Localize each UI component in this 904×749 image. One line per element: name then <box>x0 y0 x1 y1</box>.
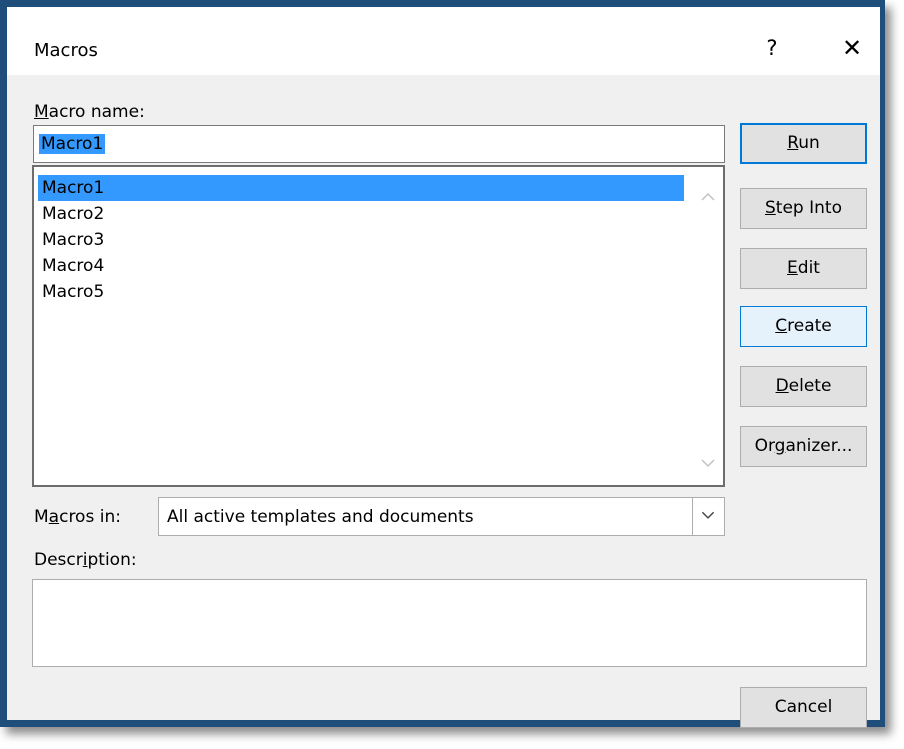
macros-in-label: Macros in: <box>34 507 121 527</box>
description-box <box>32 579 867 667</box>
list-item[interactable]: Macro1 <box>38 175 684 201</box>
create-button[interactable]: Create <box>740 306 867 347</box>
step-into-button[interactable]: Step Into <box>740 188 867 229</box>
macros-in-value: All active templates and documents <box>167 507 474 527</box>
dialog-title: Macros <box>34 40 98 61</box>
list-item[interactable]: Macro3 <box>38 227 684 253</box>
scroll-down-icon[interactable] <box>699 455 717 471</box>
list-item[interactable]: Macro5 <box>38 279 684 305</box>
run-button[interactable]: Run <box>740 123 867 164</box>
list-item[interactable]: Macro2 <box>38 201 684 227</box>
macro-list-items: Macro1 Macro2 Macro3 Macro4 Macro5 <box>38 175 684 305</box>
macro-name-input[interactable]: Macro1 <box>33 125 725 163</box>
edit-button[interactable]: Edit <box>740 248 867 289</box>
macros-dialog: Macros ? ✕ Macro name: Macro1 Macro1 Mac… <box>0 0 885 728</box>
description-label: Description: <box>34 550 137 570</box>
macro-name-label: Macro name: <box>34 102 145 122</box>
macro-name-value: Macro1 <box>39 134 106 154</box>
cancel-button[interactable]: Cancel <box>740 687 867 728</box>
close-icon[interactable]: ✕ <box>837 33 867 63</box>
delete-button[interactable]: Delete <box>740 366 867 407</box>
list-item[interactable]: Macro4 <box>38 253 684 279</box>
dropdown-button[interactable] <box>692 498 724 535</box>
macros-in-select[interactable]: All active templates and documents <box>158 497 725 536</box>
organizer-button[interactable]: Organizer... <box>740 426 867 467</box>
macro-list[interactable]: Macro1 Macro2 Macro3 Macro4 Macro5 <box>32 165 725 487</box>
scroll-up-icon[interactable] <box>699 189 717 205</box>
help-icon[interactable]: ? <box>757 33 787 63</box>
chevron-down-icon <box>701 511 715 519</box>
title-bar: Macros ? ✕ <box>7 7 880 75</box>
